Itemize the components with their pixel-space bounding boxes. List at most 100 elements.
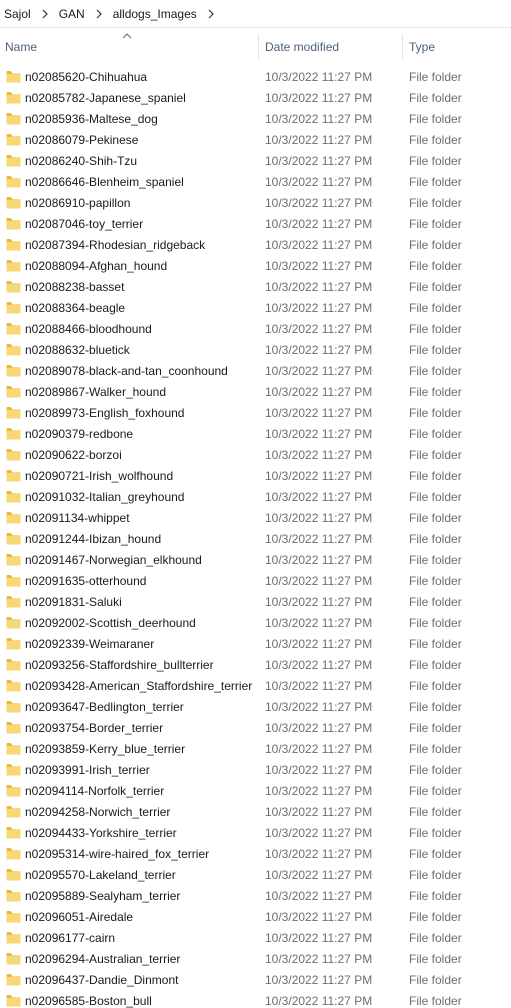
date-modified: 10/3/2022 11:27 PM: [265, 973, 373, 987]
list-item[interactable]: n02091467-Norwegian_elkhound 10/3/2022 11…: [0, 550, 511, 571]
folder-icon: [6, 910, 21, 923]
list-item[interactable]: n02091244-Ibizan_hound 10/3/2022 11:27 PM…: [0, 529, 511, 550]
column-divider[interactable]: [258, 34, 259, 60]
item-type: File folder: [409, 574, 462, 588]
item-type: File folder: [409, 112, 462, 126]
list-item[interactable]: n02095570-Lakeland_terrier 10/3/2022 11:2…: [0, 865, 511, 886]
breadcrumb-item-gan[interactable]: GAN: [55, 7, 89, 21]
item-type: File folder: [409, 217, 462, 231]
list-item[interactable]: n02096177-cairn 10/3/2022 11:27 PM File fo…: [0, 928, 511, 949]
chevron-right-icon[interactable]: [35, 9, 55, 19]
list-item[interactable]: n02087046-toy_terrier 10/3/2022 11:27 PM F…: [0, 214, 511, 235]
list-item[interactable]: n02096294-Australian_terrier 10/3/2022 11…: [0, 949, 511, 970]
item-type: File folder: [409, 343, 462, 357]
date-modified: 10/3/2022 11:27 PM: [265, 847, 373, 861]
folder-icon: [6, 784, 21, 797]
list-item[interactable]: n02094433-Yorkshire_terrier 10/3/2022 11:…: [0, 823, 511, 844]
folder-name: n02096051-Airedale: [25, 910, 134, 924]
folder-name: n02095889-Sealyham_terrier: [25, 889, 181, 903]
list-item[interactable]: n02086910-papillon 10/3/2022 11:27 PM File…: [0, 193, 511, 214]
list-item[interactable]: n02088238-basset 10/3/2022 11:27 PM File f…: [0, 277, 511, 298]
list-item[interactable]: n02096585-Boston_bull 10/3/2022 11:27 PM F…: [0, 991, 511, 1008]
list-item[interactable]: n02089078-black-and-tan_coonhound 10/3/20…: [0, 361, 511, 382]
folder-name: n02088364-beagle: [25, 301, 126, 315]
chevron-right-icon[interactable]: [89, 9, 109, 19]
list-item[interactable]: n02092002-Scottish_deerhound 10/3/2022 11…: [0, 613, 511, 634]
item-type: File folder: [409, 826, 462, 840]
list-item[interactable]: n02094258-Norwich_terrier 10/3/2022 11:27…: [0, 802, 511, 823]
date-modified: 10/3/2022 11:27 PM: [265, 553, 373, 567]
folder-name: n02093647-Bedlington_terrier: [25, 700, 184, 714]
list-item[interactable]: n02095889-Sealyham_terrier 10/3/2022 11:2…: [0, 886, 511, 907]
list-item[interactable]: n02093991-Irish_terrier 10/3/2022 11:27 P…: [0, 760, 511, 781]
date-modified: 10/3/2022 11:27 PM: [265, 490, 373, 504]
date-modified: 10/3/2022 11:27 PM: [265, 217, 373, 231]
column-divider[interactable]: [402, 34, 403, 60]
folder-icon: [6, 973, 21, 986]
date-modified: 10/3/2022 11:27 PM: [265, 469, 373, 483]
list-item[interactable]: n02085936-Maltese_dog 10/3/2022 11:27 PM F…: [0, 109, 511, 130]
folder-name: n02094433-Yorkshire_terrier: [25, 826, 177, 840]
list-item[interactable]: n02088094-Afghan_hound 10/3/2022 11:27 PM…: [0, 256, 511, 277]
list-item[interactable]: n02095314-wire-haired_fox_terrier 10/3/20…: [0, 844, 511, 865]
list-item[interactable]: n02096437-Dandie_Dinmont 10/3/2022 11:27 …: [0, 970, 511, 991]
date-modified: 10/3/2022 11:27 PM: [265, 322, 373, 336]
folder-name: n02095314-wire-haired_fox_terrier: [25, 847, 210, 861]
item-type: File folder: [409, 196, 462, 210]
list-item[interactable]: n02093859-Kerry_blue_terrier 10/3/2022 11…: [0, 739, 511, 760]
date-modified: 10/3/2022 11:27 PM: [265, 259, 373, 273]
list-item[interactable]: n02090721-Irish_wolfhound 10/3/2022 11:27…: [0, 466, 511, 487]
date-modified: 10/3/2022 11:27 PM: [265, 700, 373, 714]
column-header-date-modified[interactable]: Date modified: [265, 40, 339, 54]
folder-name: n02096177-cairn: [25, 931, 116, 945]
list-item[interactable]: n02091831-Saluki 10/3/2022 11:27 PM File f…: [0, 592, 511, 613]
date-modified: 10/3/2022 11:27 PM: [265, 931, 373, 945]
list-item[interactable]: n02096051-Airedale 10/3/2022 11:27 PM File…: [0, 907, 511, 928]
item-type: File folder: [409, 637, 462, 651]
folder-name: n02090379-redbone: [25, 427, 134, 441]
folder-icon: [6, 679, 21, 692]
item-type: File folder: [409, 364, 462, 378]
folder-name: n02086646-Blenheim_spaniel: [25, 175, 184, 189]
list-item[interactable]: n02090379-redbone 10/3/2022 11:27 PM File …: [0, 424, 511, 445]
breadcrumb-item-alldogs-images[interactable]: alldogs_Images: [109, 7, 201, 21]
chevron-right-icon[interactable]: [201, 9, 221, 19]
list-item[interactable]: n02091635-otterhound 10/3/2022 11:27 PM Fi…: [0, 571, 511, 592]
list-item[interactable]: n02091134-whippet 10/3/2022 11:27 PM File …: [0, 508, 511, 529]
date-modified: 10/3/2022 11:27 PM: [265, 196, 373, 210]
list-item[interactable]: n02088632-bluetick 10/3/2022 11:27 PM File…: [0, 340, 511, 361]
list-item[interactable]: n02086079-Pekinese 10/3/2022 11:27 PM File…: [0, 130, 511, 151]
date-modified: 10/3/2022 11:27 PM: [265, 889, 373, 903]
list-item[interactable]: n02085782-Japanese_spaniel 10/3/2022 11:2…: [0, 88, 511, 109]
folder-icon: [6, 364, 21, 377]
list-item[interactable]: n02089973-English_foxhound 10/3/2022 11:2…: [0, 403, 511, 424]
item-type: File folder: [409, 595, 462, 609]
folder-icon: [6, 301, 21, 314]
list-item[interactable]: n02093256-Staffordshire_bullterrier 10/3/…: [0, 655, 511, 676]
list-item[interactable]: n02085620-Chihuahua 10/3/2022 11:27 PM Fil…: [0, 67, 511, 88]
list-item[interactable]: n02094114-Norfolk_terrier 10/3/2022 11:27…: [0, 781, 511, 802]
item-type: File folder: [409, 301, 462, 315]
list-item[interactable]: n02093647-Bedlington_terrier 10/3/2022 11…: [0, 697, 511, 718]
list-item[interactable]: n02088364-beagle 10/3/2022 11:27 PM File f…: [0, 298, 511, 319]
item-type: File folder: [409, 742, 462, 756]
list-item[interactable]: n02086240-Shih-Tzu 10/3/2022 11:27 PM File…: [0, 151, 511, 172]
list-item[interactable]: n02093754-Border_terrier 10/3/2022 11:27 …: [0, 718, 511, 739]
list-item[interactable]: n02087394-Rhodesian_ridgeback 10/3/2022 1…: [0, 235, 511, 256]
folder-icon: [6, 658, 21, 671]
list-item[interactable]: n02086646-Blenheim_spaniel 10/3/2022 11:2…: [0, 172, 511, 193]
date-modified: 10/3/2022 11:27 PM: [265, 112, 373, 126]
list-item[interactable]: n02089867-Walker_hound 10/3/2022 11:27 PM…: [0, 382, 511, 403]
folder-name: n02090622-borzoi: [25, 448, 122, 462]
list-item[interactable]: n02092339-Weimaraner 10/3/2022 11:27 PM Fi…: [0, 634, 511, 655]
list-item[interactable]: n02093428-American_Staffordshire_terrier…: [0, 676, 511, 697]
column-header-type[interactable]: Type: [409, 40, 435, 54]
item-type: File folder: [409, 70, 462, 84]
folder-name: n02092002-Scottish_deerhound: [25, 616, 196, 630]
breadcrumb-item-user[interactable]: l Sajol: [0, 7, 35, 21]
list-item[interactable]: n02090622-borzoi 10/3/2022 11:27 PM File f…: [0, 445, 511, 466]
date-modified: 10/3/2022 11:27 PM: [265, 574, 373, 588]
column-header-name[interactable]: Name: [5, 40, 37, 54]
list-item[interactable]: n02088466-bloodhound 10/3/2022 11:27 PM Fi…: [0, 319, 511, 340]
list-item[interactable]: n02091032-Italian_greyhound 10/3/2022 11:…: [0, 487, 511, 508]
